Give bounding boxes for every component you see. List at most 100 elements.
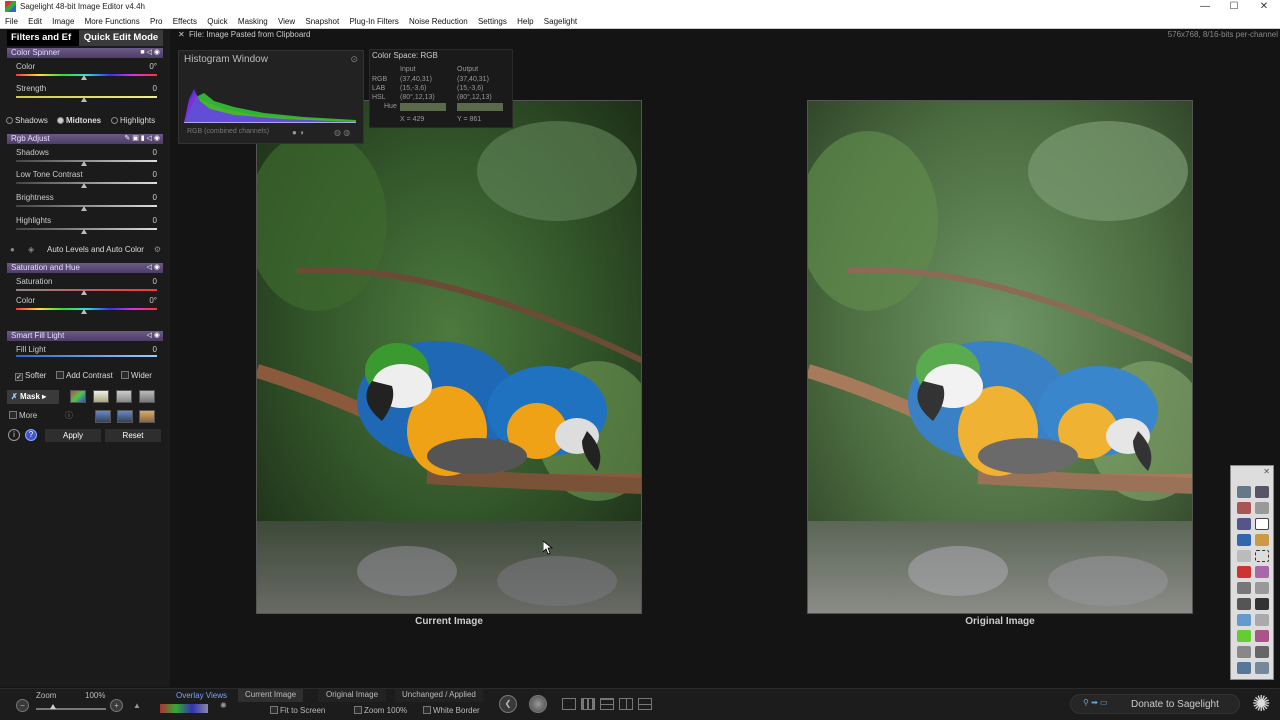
gear-icon[interactable]: ⚙ <box>154 245 161 254</box>
channels-icon[interactable] <box>70 390 86 403</box>
maximize-button[interactable]: ☐ <box>1219 0 1249 13</box>
copy-tool-icon[interactable] <box>1255 502 1269 514</box>
color-spinner-color-slider[interactable]: Color 0° <box>7 62 163 83</box>
overlay-views-label[interactable]: Overlay Views <box>176 691 227 700</box>
histogram-channel-icon[interactable]: ● ◑ <box>292 128 304 137</box>
reset-button[interactable]: Reset <box>105 429 161 442</box>
checkbox-box[interactable] <box>423 706 431 714</box>
menu-view[interactable]: View <box>278 17 295 26</box>
brightness-slider[interactable]: Brightness 0 <box>7 193 163 214</box>
highlights-slider[interactable]: Highlights 0 <box>7 216 163 237</box>
auto-levels-row[interactable]: ● ◈ Auto Levels and Auto Color ⚙ <box>8 245 163 257</box>
zoom-out-button[interactable]: − <box>16 699 29 712</box>
saturation-hue-header[interactable]: Saturation and Hue ◁ ◉ <box>7 263 163 273</box>
histogram-options-icon[interactable]: ◍ ◍ <box>334 128 350 137</box>
checkbox-box[interactable] <box>270 706 278 714</box>
close-file-icon[interactable]: ✕ <box>178 29 185 41</box>
menu-image[interactable]: Image <box>52 17 74 26</box>
menu-file[interactable]: File <box>5 17 18 26</box>
document-tool-icon[interactable] <box>1255 614 1269 626</box>
slider-thumb[interactable] <box>81 183 87 188</box>
side-by-side-icon[interactable] <box>619 698 633 710</box>
histogram-settings-icon[interactable]: ⊙ <box>350 54 358 65</box>
eraser-tool-icon[interactable] <box>139 410 155 423</box>
radio-dot[interactable] <box>6 117 13 124</box>
wider-checkbox[interactable]: Wider <box>121 371 152 380</box>
menu-plugin-filters[interactable]: Plug-In Filters <box>349 17 398 26</box>
section-controls-icon[interactable]: ◁ ◉ <box>147 331 160 341</box>
wrench-tool-icon[interactable] <box>1255 646 1269 658</box>
slider-thumb[interactable] <box>81 290 87 295</box>
original-image-view[interactable] <box>807 100 1193 614</box>
radio-highlights[interactable]: Highlights <box>111 116 155 125</box>
effects-tool-icon[interactable] <box>1255 630 1269 642</box>
auto-levels-icon[interactable]: ● <box>10 245 15 254</box>
compare-circle-icon[interactable] <box>529 695 547 713</box>
split-vertical-icon[interactable] <box>581 698 595 710</box>
more-checkbox[interactable]: More <box>9 411 37 420</box>
tool-palette-close-icon[interactable]: ✕ <box>1263 467 1270 476</box>
current-image-view[interactable] <box>256 100 642 614</box>
section-controls-icon[interactable]: ■ ◁ ◉ <box>140 48 160 58</box>
checkbox-box[interactable] <box>121 371 129 379</box>
rotate-tool-icon[interactable] <box>1237 518 1251 530</box>
radio-dot[interactable] <box>57 117 64 124</box>
fill-light-slider[interactable]: Fill Light 0 <box>7 345 163 366</box>
curve-tool-icon[interactable] <box>117 410 133 423</box>
menu-settings[interactable]: Settings <box>478 17 507 26</box>
slider-thumb[interactable] <box>81 309 87 314</box>
slider-thumb[interactable] <box>81 161 87 166</box>
menu-effects[interactable]: Effects <box>173 17 197 26</box>
filter-icon[interactable] <box>93 390 109 403</box>
section-controls-icon[interactable]: ◁ ◉ <box>147 263 160 273</box>
low-tone-contrast-slider[interactable]: Low Tone Contrast 0 <box>7 170 163 191</box>
radio-midtones[interactable]: Midtones <box>57 116 101 125</box>
tab-quick-edit-mode[interactable]: Quick Edit Mode <box>79 30 163 46</box>
checkbox-box[interactable] <box>9 411 17 419</box>
help-icon[interactable]: ? <box>25 429 37 441</box>
hue-color-slider[interactable]: Color 0° <box>7 296 163 317</box>
zoom-slider-thumb[interactable] <box>50 704 56 709</box>
softer-checkbox[interactable]: ✓ Softer <box>15 371 46 381</box>
slider-thumb[interactable] <box>81 229 87 234</box>
white-border-checkbox[interactable]: White Border <box>423 706 480 715</box>
slider-track[interactable] <box>16 355 157 357</box>
split-horizontal-icon[interactable] <box>600 698 614 710</box>
mask-button[interactable]: ✗ Mask ▸ <box>7 390 59 404</box>
monitor-tool-icon[interactable] <box>1237 614 1251 626</box>
camera-tool-icon[interactable] <box>1255 486 1269 498</box>
zoom-up-icon[interactable]: ▲ <box>133 701 141 710</box>
gradient-tool-icon[interactable] <box>1255 534 1269 546</box>
user-tool-icon[interactable] <box>1237 582 1251 594</box>
line-tool-icon[interactable] <box>1255 582 1269 594</box>
zoom-slider[interactable] <box>36 708 106 710</box>
globe-tool-icon[interactable] <box>1237 534 1251 546</box>
checkbox-box[interactable]: ✓ <box>15 373 23 381</box>
menu-pro[interactable]: Pro <box>150 17 162 26</box>
shadows-slider[interactable]: Shadows 0 <box>7 148 163 169</box>
previous-arrow-icon[interactable]: ❮ <box>499 695 517 713</box>
minimize-button[interactable]: — <box>1190 0 1220 13</box>
color-tool-icon[interactable] <box>1255 566 1269 578</box>
smart-fill-light-header[interactable]: Smart Fill Light ◁ ◉ <box>7 331 163 341</box>
color-wheel-tool-icon[interactable] <box>1237 630 1251 642</box>
color-spinner-strength-slider[interactable]: Strength 0 <box>7 84 163 105</box>
zoom-in-button[interactable]: + <box>110 699 123 712</box>
overlay-channels-icon[interactable] <box>160 704 208 713</box>
screen-tool-icon[interactable] <box>1237 662 1251 674</box>
single-view-icon[interactable] <box>562 698 576 710</box>
apply-button[interactable]: Apply <box>45 429 101 442</box>
radio-dot[interactable] <box>111 117 118 124</box>
add-contrast-checkbox[interactable]: Add Contrast <box>56 371 113 380</box>
color-spinner-header[interactable]: Color Spinner ■ ◁ ◉ <box>7 48 163 58</box>
layers-tool-icon[interactable] <box>1237 550 1251 562</box>
radio-shadows[interactable]: Shadows <box>6 116 48 125</box>
checkbox-box[interactable] <box>56 371 64 379</box>
red-eye-tool-icon[interactable] <box>1237 502 1251 514</box>
flag-tool-icon[interactable] <box>1237 566 1251 578</box>
section-controls-icon[interactable]: ✎ ▣ ▮ ◁ ◉ <box>124 134 160 144</box>
donate-button[interactable]: ⚲ ➡ ▭ Donate to Sagelight <box>1070 694 1240 714</box>
print-tool-icon[interactable] <box>1237 646 1251 658</box>
zoom-100-checkbox[interactable]: Zoom 100% <box>354 706 407 715</box>
menu-sagelight[interactable]: Sagelight <box>544 17 577 26</box>
